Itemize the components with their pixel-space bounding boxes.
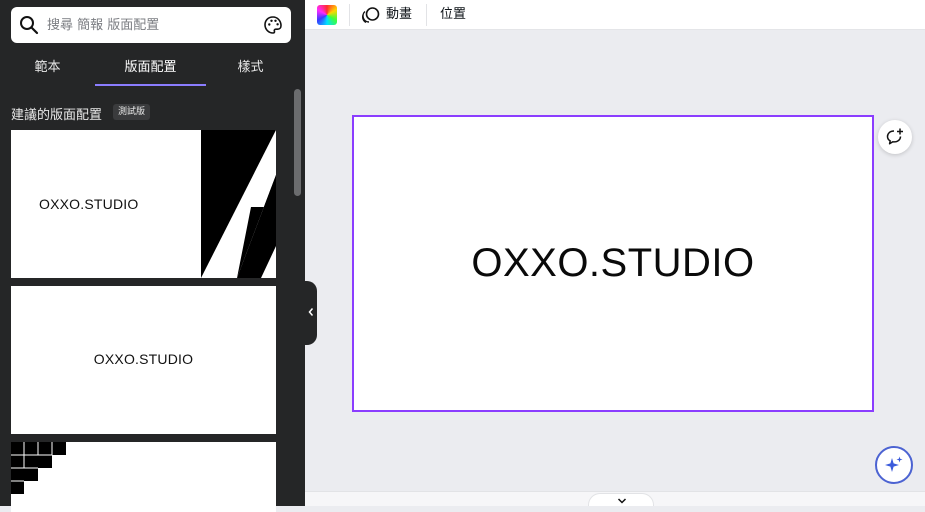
search-icon [20, 16, 39, 35]
collapse-panel-button[interactable] [305, 281, 317, 345]
layout-card-1-text: OXXO.STUDIO [39, 196, 139, 212]
editor-toolbar: 動畫 位置 [305, 0, 925, 30]
layout-card-3-graphic [11, 442, 66, 494]
tab-templates[interactable]: 範本 [0, 55, 95, 87]
active-tab-indicator [95, 84, 206, 86]
layout-card-2-text: OXXO.STUDIO [93, 351, 194, 367]
chevron-left-icon [308, 308, 314, 316]
animate-icon [362, 7, 380, 24]
layout-card-1-graphic [201, 130, 276, 278]
slide-title-text[interactable]: OXXO.STUDIO [353, 116, 873, 411]
color-swatch[interactable] [317, 5, 337, 25]
search-input[interactable] [47, 7, 257, 43]
add-comment-button[interactable] [878, 120, 912, 154]
toolbar-divider [349, 4, 350, 26]
layout-card-2[interactable]: OXXO.STUDIO [11, 286, 276, 434]
section-title: 建議的版面配置 [11, 108, 103, 123]
toolbar-divider [426, 4, 427, 26]
scrollbar-thumb[interactable] [294, 89, 301, 196]
magic-assistant-button[interactable] [875, 446, 913, 484]
side-panel: 範本 版面配置 樣式 建議的版面配置 測試版 OXXO.STUDIO OXXO.… [0, 0, 305, 512]
animate-label: 動畫 [386, 7, 413, 22]
slide-canvas[interactable]: OXXO.STUDIO [352, 115, 874, 412]
magic-sparkle-icon [885, 456, 903, 472]
chevron-down-icon [617, 498, 627, 504]
search-box[interactable] [11, 7, 291, 43]
add-comment-icon [886, 128, 903, 145]
layout-card-1[interactable]: OXXO.STUDIO [11, 130, 276, 278]
position-button[interactable]: 位置 [440, 0, 466, 30]
layout-card-3[interactable] [11, 442, 276, 512]
tab-layouts[interactable]: 版面配置 [95, 55, 206, 87]
panel-tabs: 範本 版面配置 樣式 [0, 55, 295, 87]
expand-pages-button[interactable] [588, 493, 654, 506]
beta-badge: 測試版 [113, 104, 151, 120]
palette-icon[interactable] [263, 15, 283, 35]
tab-styles[interactable]: 樣式 [206, 55, 295, 87]
